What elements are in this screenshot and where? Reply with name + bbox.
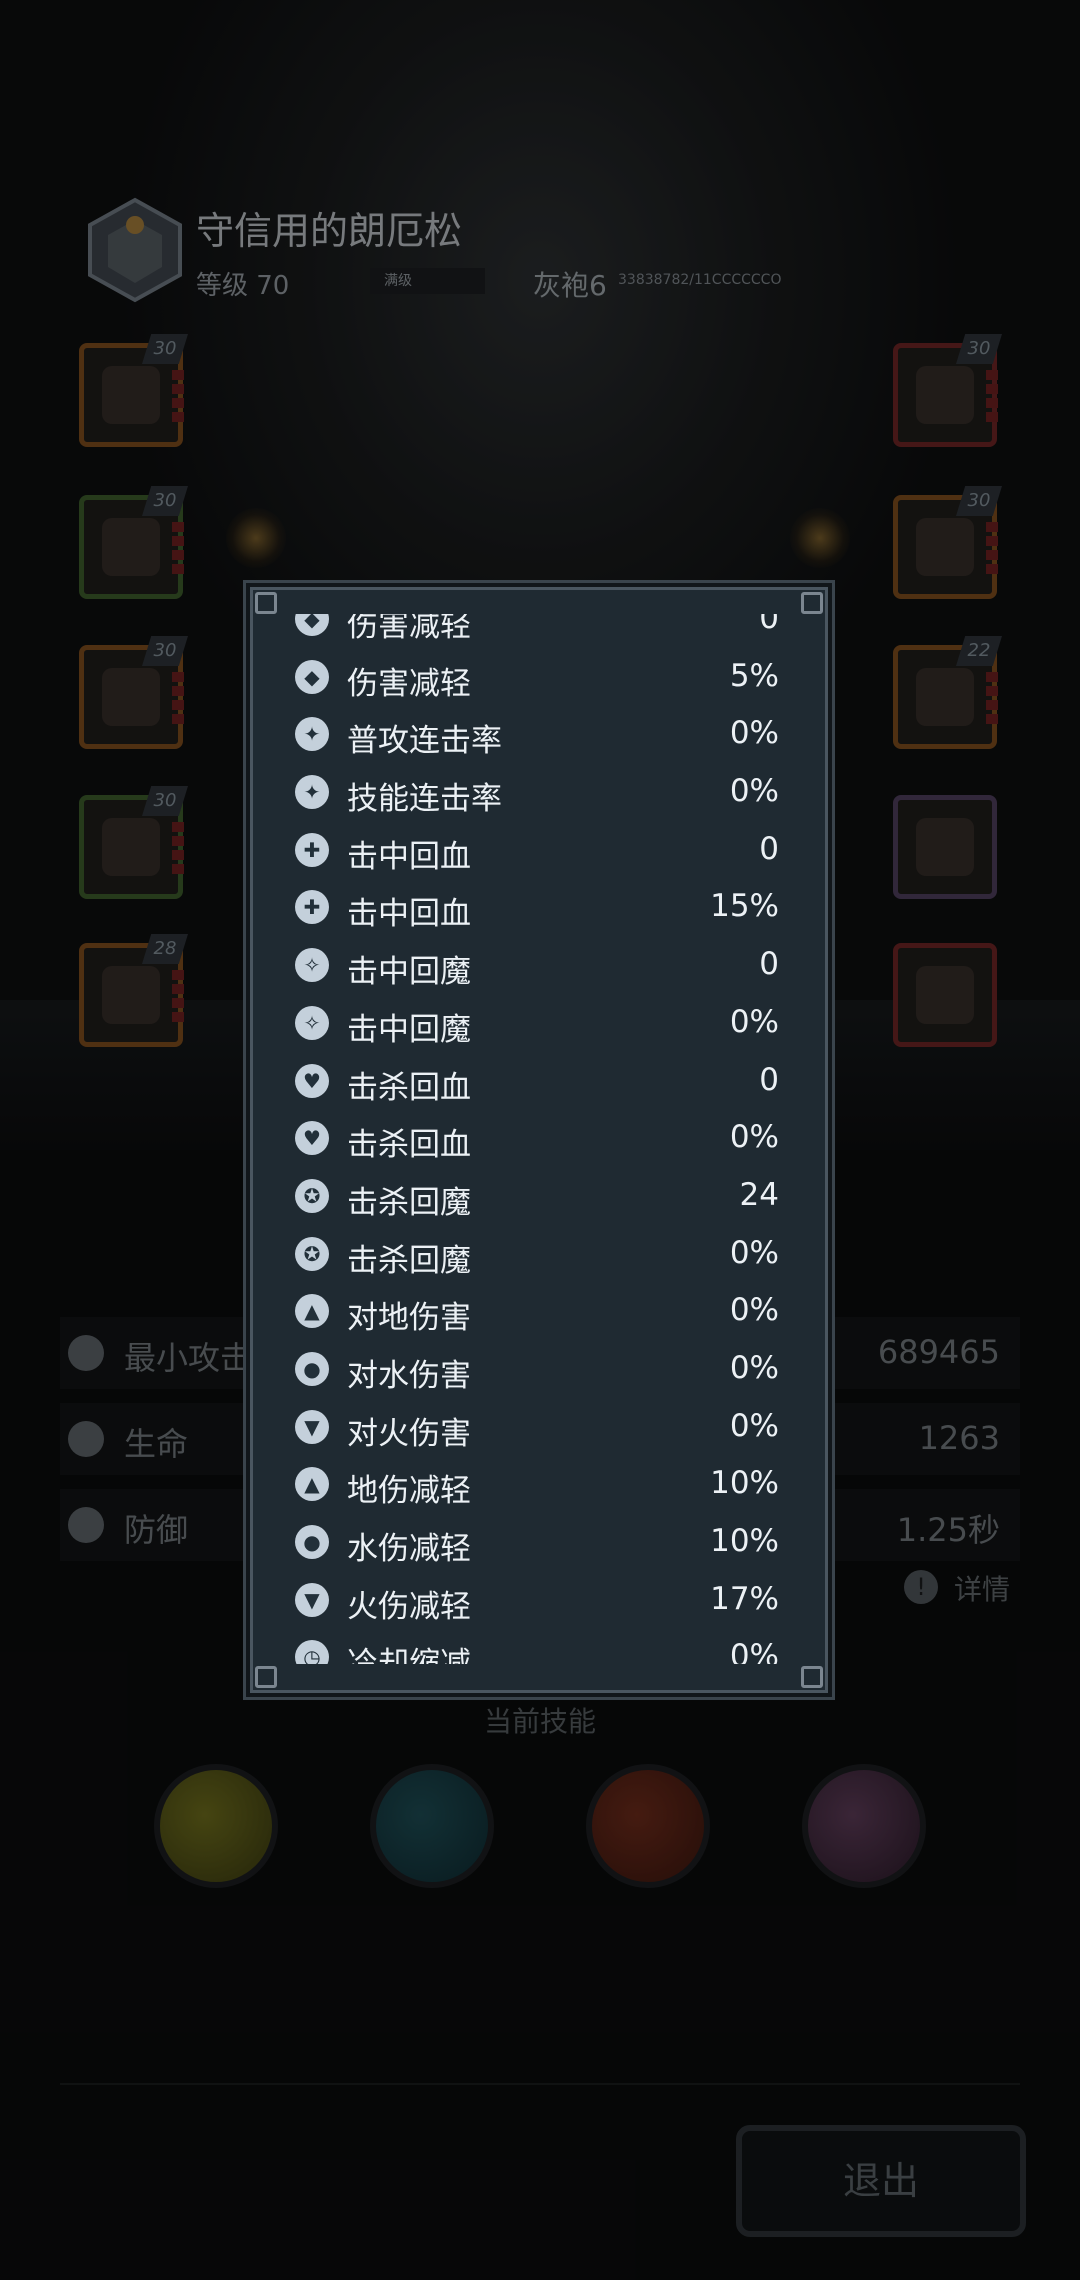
kill-mana-icon: ✪ <box>295 1178 329 1213</box>
hit-mana-icon: ✧ <box>295 948 329 983</box>
corner-ornament <box>801 1666 823 1688</box>
attribute-row: ◷ 冷却缩减 0% <box>283 1628 801 1664</box>
attribute-row: ◆ 伤害减轻 0 <box>283 614 801 648</box>
earth-shield-icon: ▲ <box>295 1467 329 1502</box>
attribute-value: 0% <box>729 1003 779 1040</box>
cooldown-icon: ◷ <box>295 1640 329 1664</box>
kill-mana-icon: ✪ <box>295 1236 329 1271</box>
earth-icon: ▲ <box>295 1294 329 1329</box>
attribute-row: ✦ 普攻连击率 0% <box>283 705 801 763</box>
attribute-label: 技能连击率 <box>347 781 502 818</box>
attribute-label: 伤害减轻 <box>347 665 471 702</box>
attribute-value: 0% <box>729 1292 779 1329</box>
shield-icon: ◆ <box>295 614 329 636</box>
corner-ornament <box>801 592 823 614</box>
attribute-row: ✚ 击中回血 15% <box>283 878 801 936</box>
attribute-value: 0% <box>729 773 779 810</box>
hit-heal-icon: ✚ <box>295 890 329 925</box>
attribute-value: 0 <box>759 1061 779 1098</box>
attribute-value: 0% <box>729 715 779 752</box>
attribute-label: 伤害减轻 <box>347 614 471 644</box>
attribute-label: 火伤减轻 <box>347 1588 471 1625</box>
attribute-scroll-list[interactable]: ◆ 伤害减轻 0 ◆ 伤害减轻 5% ✦ 普攻连击率 0% ✦ 技能连击率 0% ✚ 击中回血 0 ✚ 击中回血… <box>283 614 801 1664</box>
water-shield-icon: ● <box>295 1525 329 1559</box>
corner-ornament <box>255 1666 277 1688</box>
attribute-value: 0% <box>729 1234 779 1271</box>
attribute-row: ✪ 击杀回魔 24 <box>283 1167 801 1225</box>
attribute-label: 对火伤害 <box>347 1415 471 1452</box>
attribute-label: 对水伤害 <box>347 1357 471 1394</box>
hit-mana-icon: ✧ <box>295 1005 329 1040</box>
combo-icon: ✦ <box>295 717 329 752</box>
attribute-row: ● 对水伤害 0% <box>283 1340 801 1398</box>
attribute-value: 0 <box>759 830 779 867</box>
attribute-label: 击杀回血 <box>347 1069 471 1106</box>
shield-icon: ◆ <box>295 659 329 694</box>
heart-icon: ♥ <box>295 1063 329 1098</box>
attribute-row: ♥ 击杀回血 0 <box>283 1052 801 1110</box>
attribute-row: ♥ 击杀回血 0% <box>283 1109 801 1167</box>
attribute-label: 击中回血 <box>347 896 471 933</box>
attribute-label: 击中回魔 <box>347 1011 471 1048</box>
attribute-label: 对地伤害 <box>347 1300 471 1337</box>
attribute-value: 17% <box>710 1580 779 1617</box>
water-icon: ● <box>295 1351 329 1386</box>
attribute-value: 0 <box>759 614 779 636</box>
fire-icon: ▼ <box>295 1409 329 1444</box>
corner-ornament <box>255 592 277 614</box>
attribute-label: 冷却缩减 <box>347 1638 471 1664</box>
attribute-label: 击杀回血 <box>347 1127 471 1164</box>
attribute-value: 0% <box>729 1638 779 1664</box>
attribute-value: 0% <box>729 1349 779 1386</box>
attribute-value: 0% <box>729 1119 779 1156</box>
fire-shield-icon: ▼ <box>295 1582 329 1617</box>
attribute-label: 击杀回魔 <box>347 1242 471 1279</box>
attribute-value: 10% <box>710 1465 779 1502</box>
attribute-row: ▼ 火伤减轻 17% <box>283 1571 801 1629</box>
attribute-label: 地伤减轻 <box>347 1473 471 1510</box>
attribute-row: ◆ 伤害减轻 5% <box>283 648 801 706</box>
attribute-value: 10% <box>710 1523 779 1559</box>
attribute-row: ● 水伤减轻 10% <box>283 1513 801 1571</box>
attribute-value: 0% <box>729 1407 779 1444</box>
attribute-value: 15% <box>710 888 779 925</box>
attribute-value: 5% <box>729 657 779 694</box>
attribute-row: ✧ 击中回魔 0% <box>283 994 801 1052</box>
attribute-label: 水伤减轻 <box>347 1531 471 1567</box>
attribute-row: ✦ 技能连击率 0% <box>283 763 801 821</box>
attribute-row: ▲ 对地伤害 0% <box>283 1282 801 1340</box>
attribute-value: 24 <box>739 1176 779 1213</box>
heart-icon: ♥ <box>295 1121 329 1156</box>
attribute-list: ◆ 伤害减轻 0 ◆ 伤害减轻 5% ✦ 普攻连击率 0% ✦ 技能连击率 0% ✚ 击中回血 0 ✚ 击中回血… <box>283 614 801 1664</box>
attribute-label: 击中回血 <box>347 838 471 875</box>
hit-heal-icon: ✚ <box>295 832 329 867</box>
attribute-popup: ◆ 伤害减轻 0 ◆ 伤害减轻 5% ✦ 普攻连击率 0% ✦ 技能连击率 0% ✚ 击中回血 0 ✚ 击中回血… <box>250 587 828 1693</box>
attribute-row: ▼ 对火伤害 0% <box>283 1398 801 1456</box>
attribute-label: 普攻连击率 <box>347 723 502 760</box>
combo-icon: ✦ <box>295 775 329 810</box>
attribute-label: 击中回魔 <box>347 954 471 991</box>
attribute-row: ✪ 击杀回魔 0% <box>283 1225 801 1283</box>
attribute-value: 0 <box>759 946 779 983</box>
attribute-row: ✚ 击中回血 0 <box>283 821 801 879</box>
attribute-row: ✧ 击中回魔 0 <box>283 936 801 994</box>
attribute-row: ▲ 地伤减轻 10% <box>283 1455 801 1513</box>
attribute-label: 击杀回魔 <box>347 1184 471 1221</box>
